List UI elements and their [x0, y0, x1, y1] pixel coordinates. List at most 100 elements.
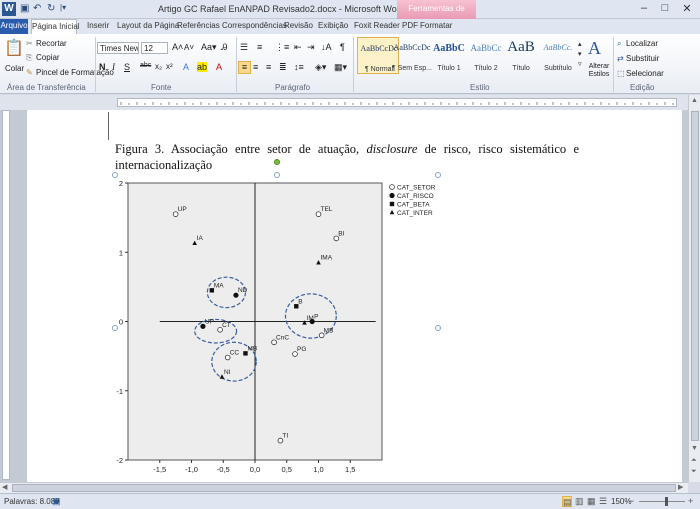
justify-icon[interactable]: ≣	[279, 62, 287, 73]
bold-icon[interactable]: N	[99, 62, 106, 72]
grow-font-icon[interactable]: A˄	[172, 42, 183, 52]
shading-icon[interactable]: ◈▾	[315, 62, 326, 73]
resize-handle[interactable]	[112, 325, 118, 331]
close-button[interactable]: ✕	[677, 2, 697, 15]
resize-handle[interactable]	[435, 172, 441, 178]
cut-icon[interactable]: ✂	[26, 39, 33, 48]
select-button[interactable]: Selecionar	[626, 69, 664, 78]
hscroll-thumb[interactable]	[12, 484, 676, 492]
paste-icon[interactable]: 📋	[4, 38, 24, 60]
horizontal-ruler[interactable]	[117, 98, 677, 107]
sort-icon[interactable]: ↓A	[321, 42, 332, 52]
tab-format[interactable]: Formatar	[420, 19, 452, 34]
increase-indent-icon[interactable]: ⇥	[307, 42, 315, 53]
align-left-icon[interactable]: ≡	[238, 61, 251, 74]
font-name-box[interactable]: Times New Ro	[97, 42, 139, 54]
zoom-slider[interactable]	[639, 501, 685, 502]
scroll-right-icon[interactable]: ▶	[678, 483, 683, 491]
customize-quick-access-icon[interactable]: |▾	[60, 3, 66, 12]
resize-handle[interactable]	[435, 325, 441, 331]
style-subtitle[interactable]: AaBbCc. Subtítulo	[537, 37, 579, 74]
highlight-icon[interactable]: ab	[197, 62, 208, 72]
tab-insert[interactable]: Inserir	[87, 19, 109, 34]
next-page-icon[interactable]: ⏷	[691, 468, 697, 476]
scroll-down-icon[interactable]: ▼	[691, 445, 698, 452]
figure-caption[interactable]: Figura 3. Associação entre setor de atua…	[115, 141, 579, 173]
clear-formatting-icon[interactable]: Ꭿ	[221, 42, 228, 53]
italic-icon[interactable]: I	[112, 62, 115, 72]
undo-icon[interactable]: ↶	[33, 3, 41, 14]
multilevel-list-icon[interactable]: ⋮≡	[275, 42, 289, 53]
find-icon[interactable]: ⌕	[617, 39, 621, 49]
align-center-icon[interactable]: ≡	[253, 62, 258, 72]
previous-page-icon[interactable]: ⏶	[691, 457, 697, 465]
full-screen-icon[interactable]: ▥	[575, 496, 584, 507]
proofing-icon[interactable]: ▣	[52, 496, 61, 507]
borders-icon[interactable]: ▦▾	[334, 62, 347, 73]
paste-button[interactable]: Colar	[5, 64, 24, 73]
show-marks-icon[interactable]: ¶	[340, 42, 345, 52]
scatter-plot-image[interactable]: -1,5 -1,0 -0,5 0,0 0,5 1,0 1,5 2 1 0 -1 -2 UP TEL BI CT…	[115, 175, 440, 481]
format-painter-icon[interactable]: ✎	[26, 68, 33, 77]
bullets-icon[interactable]: ☰	[240, 42, 248, 53]
font-color-icon[interactable]: A	[216, 62, 222, 72]
style-title[interactable]: AaB Título	[500, 37, 542, 74]
web-layout-icon[interactable]: ▦	[587, 496, 596, 507]
tab-page-layout[interactable]: Layout da Página	[117, 19, 179, 34]
replace-icon[interactable]: ⇄	[617, 54, 624, 63]
word-app-icon[interactable]: W	[2, 2, 16, 16]
tab-review[interactable]: Revisão	[284, 19, 313, 34]
print-layout-icon[interactable]: ▤	[562, 496, 572, 507]
styles-scroll-icon[interactable]: ▴ ▾ ▿	[578, 40, 582, 70]
superscript-icon[interactable]: x²	[166, 62, 173, 71]
rotate-handle[interactable]	[274, 159, 280, 165]
styles-group-label: Estilo	[470, 83, 490, 92]
change-styles-icon[interactable]: A	[588, 38, 601, 59]
maximize-button[interactable]: □	[655, 2, 675, 14]
style-name: ¶ Sem Esp...	[392, 65, 432, 72]
numbering-icon[interactable]: ≡	[257, 42, 262, 52]
zoom-out-button[interactable]: −	[629, 496, 634, 506]
subscript-icon[interactable]: x₂	[155, 62, 162, 71]
tab-view[interactable]: Exibição	[318, 19, 348, 34]
font-size-box[interactable]: 12	[141, 42, 168, 54]
select-icon[interactable]: ⬚	[617, 69, 625, 78]
text-effects-icon[interactable]: A	[183, 62, 189, 72]
minimize-button[interactable]: –	[634, 2, 654, 14]
vertical-scrollbar[interactable]: ▲ ▼ ⏶ ⏷	[688, 95, 700, 482]
change-case-icon[interactable]: Aa▾	[201, 42, 217, 53]
resize-handle[interactable]	[112, 172, 118, 178]
line-spacing-icon[interactable]: ↕≡	[294, 62, 304, 72]
style-heading1[interactable]: AaBbC Título 1	[428, 37, 470, 74]
outline-icon[interactable]: ☰	[599, 496, 607, 507]
change-styles-button[interactable]: Alterar Estilos	[587, 63, 611, 79]
decrease-indent-icon[interactable]: ⇤	[294, 42, 302, 53]
scroll-up-icon[interactable]: ▲	[691, 97, 698, 104]
underline-icon[interactable]: S	[124, 62, 130, 72]
cut-button[interactable]: Recortar	[36, 39, 67, 48]
copy-button[interactable]: Copiar	[36, 53, 60, 62]
vertical-ruler[interactable]	[2, 110, 10, 480]
save-icon[interactable]: ▣	[20, 3, 29, 14]
align-right-icon[interactable]: ≡	[266, 62, 271, 72]
tab-references[interactable]: Referências	[177, 19, 220, 34]
zoom-slider-thumb[interactable]	[665, 497, 668, 506]
tab-foxit[interactable]: Foxit Reader PDF	[354, 19, 418, 34]
scroll-thumb[interactable]	[691, 111, 699, 441]
replace-button[interactable]: Substituir	[626, 54, 659, 63]
zoom-in-button[interactable]: +	[688, 496, 693, 506]
strikethrough-icon[interactable]: abc	[140, 62, 151, 69]
horizontal-scrollbar[interactable]: ◀ ▶	[0, 482, 688, 493]
redo-icon[interactable]: ↻	[47, 3, 55, 14]
style-no-spacing[interactable]: AaBbCcDc ¶ Sem Esp...	[391, 37, 433, 74]
scroll-left-icon[interactable]: ◀	[2, 483, 7, 491]
tab-mailings[interactable]: Correspondências	[222, 19, 287, 34]
shrink-font-icon[interactable]: A˅	[184, 43, 194, 52]
style-preview: AaBbCcDc	[393, 43, 431, 52]
find-button[interactable]: Localizar	[626, 39, 658, 48]
tab-file[interactable]: Arquivo	[0, 19, 28, 34]
group-divider	[613, 37, 614, 92]
resize-handle[interactable]	[274, 172, 280, 178]
copy-icon[interactable]: ⎘	[26, 53, 32, 63]
tab-home[interactable]: Página Inicial	[31, 19, 80, 34]
